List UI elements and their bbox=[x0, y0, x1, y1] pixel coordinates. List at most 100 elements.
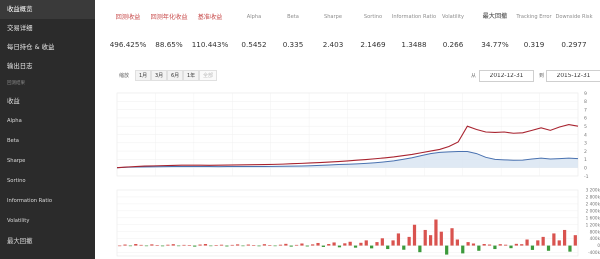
volume-bar bbox=[187, 245, 191, 246]
zoom-3-months-button[interactable]: 3月 bbox=[151, 70, 168, 81]
y-tick-label: -1 bbox=[584, 174, 589, 180]
y-tick-label: 2 bbox=[584, 149, 587, 155]
volume-bar bbox=[257, 245, 261, 247]
volume-bar bbox=[332, 242, 336, 246]
volume-bar bbox=[236, 244, 240, 246]
volume-tick-label: 1 200k bbox=[586, 222, 600, 227]
volume-bar bbox=[155, 245, 159, 246]
volume-bar bbox=[487, 244, 492, 246]
volume-bar bbox=[289, 245, 293, 247]
volume-bar bbox=[118, 245, 122, 247]
zoom-label: 缩放 bbox=[119, 73, 130, 79]
volume-bar bbox=[198, 244, 202, 246]
volume-chart: 3 200k 2 800k2 400k 2 000k 1 600k 1 200k 800k… bbox=[116, 188, 600, 257]
volume-bar bbox=[300, 243, 304, 246]
nav-returns-overview[interactable]: 收益概览 bbox=[0, 0, 95, 19]
volume-bar bbox=[380, 238, 384, 246]
sidebar-section-label: 回测结果 bbox=[7, 81, 25, 86]
volume-bar bbox=[466, 242, 470, 246]
sidebar-item-volatility[interactable]: Volatility bbox=[0, 211, 95, 231]
volume-bar bbox=[182, 244, 186, 246]
sidebar-item-beta[interactable]: Beta bbox=[0, 131, 95, 151]
volume-bar bbox=[536, 240, 540, 246]
zoom-1-year-button[interactable]: 1年 bbox=[183, 70, 200, 81]
volume-bar bbox=[230, 244, 234, 246]
volume-bar bbox=[305, 245, 309, 247]
sidebar-item-max-drawdown[interactable]: 最大回撤 bbox=[0, 231, 95, 251]
volume-tick-label: 3 200k bbox=[586, 188, 600, 193]
volume-bar bbox=[294, 244, 299, 246]
returns-chart: 9 8 7 6 5 4 3 2 1 0 -1 bbox=[116, 91, 589, 180]
volume-bar bbox=[337, 245, 342, 248]
volume-bar bbox=[134, 244, 138, 246]
volume-tick-label: 400k bbox=[590, 236, 600, 241]
sidebar-item-information-ratio[interactable]: Information Ratio bbox=[0, 191, 95, 211]
volume-bar bbox=[391, 240, 395, 246]
y-tick-label: 8 bbox=[584, 99, 587, 105]
volume-bar bbox=[316, 242, 320, 246]
volume-bar bbox=[203, 244, 208, 246]
date-to-label: 到 bbox=[539, 73, 545, 79]
volume-bar bbox=[562, 229, 567, 246]
volume-bar bbox=[311, 244, 315, 246]
volume-bar bbox=[348, 241, 352, 246]
volume-bar bbox=[273, 245, 277, 247]
volume-bar bbox=[455, 239, 459, 246]
volume-bar bbox=[359, 242, 363, 246]
volume-plot-area bbox=[116, 189, 579, 257]
y-tick-label: 5 bbox=[584, 124, 587, 130]
sidebar-item-returns[interactable]: 收益 bbox=[0, 91, 95, 111]
volume-bar bbox=[123, 244, 127, 246]
volume-bar bbox=[568, 245, 572, 252]
volume-bar bbox=[552, 233, 556, 246]
volume-bar bbox=[482, 244, 486, 246]
volume-bar bbox=[150, 244, 154, 246]
volume-bar bbox=[504, 244, 508, 246]
nav-daily-positions[interactable]: 每日持仓 & 收益 bbox=[0, 38, 95, 57]
volume-bar bbox=[439, 231, 443, 246]
volume-bar bbox=[160, 245, 165, 247]
nav-trade-details[interactable]: 交易详细 bbox=[0, 19, 95, 38]
volume-tick-label: 2 800k bbox=[586, 195, 600, 200]
metric-downside-risk: Downside Risk 0.2977 bbox=[555, 14, 593, 49]
y-tick-label: 1 bbox=[584, 157, 587, 163]
nav-output-log[interactable]: 输出日志 bbox=[0, 57, 95, 76]
date-to-input[interactable] bbox=[546, 70, 600, 82]
date-from-label: 从 bbox=[471, 73, 477, 79]
volume-bar bbox=[370, 245, 374, 249]
volume-bar bbox=[418, 245, 422, 253]
date-from-input[interactable] bbox=[479, 70, 534, 82]
volume-bar bbox=[193, 245, 197, 247]
y-tick-label: 4 bbox=[584, 132, 587, 138]
volume-bar bbox=[445, 245, 449, 255]
volume-tick-label: 2 000k bbox=[586, 208, 600, 213]
volume-bar bbox=[268, 245, 272, 246]
volume-tick-label: 2 400k bbox=[586, 201, 600, 206]
metrics-row: 回测收益 496.425% 回测年化收益 88.65% 基准收益 110.443… bbox=[95, 0, 600, 58]
volume-bar bbox=[386, 245, 390, 250]
volume-bar bbox=[139, 244, 143, 246]
volume-bar bbox=[278, 244, 283, 246]
range-selector: 缩放 1月 3月 6月 1年 全部 从 到 bbox=[95, 69, 600, 83]
zoom-all-button[interactable]: 全部 bbox=[199, 70, 218, 81]
volume-bar bbox=[525, 239, 529, 246]
volume-bar bbox=[343, 243, 347, 246]
sidebar-item-alpha[interactable]: Alpha bbox=[0, 111, 95, 131]
y-tick-label: 9 bbox=[584, 91, 587, 97]
volume-bar bbox=[407, 236, 411, 246]
volume-bar bbox=[171, 244, 175, 246]
volume-bar bbox=[364, 240, 368, 246]
y-tick-label: 3 bbox=[584, 141, 587, 147]
sidebar-item-sharpe[interactable]: Sharpe bbox=[0, 151, 95, 171]
sidebar-item-sortino[interactable]: Sortino bbox=[0, 171, 95, 191]
volume-bar bbox=[530, 245, 535, 250]
volume-bar bbox=[541, 236, 545, 246]
volume-bar bbox=[246, 244, 250, 246]
volume-bar bbox=[428, 235, 433, 246]
volume-bar bbox=[471, 243, 476, 246]
volume-bar bbox=[284, 243, 288, 246]
zoom-1-month-button[interactable]: 1月 bbox=[135, 70, 152, 81]
volume-bar bbox=[461, 245, 465, 254]
volume-bar bbox=[450, 228, 454, 246]
zoom-6-months-button[interactable]: 6月 bbox=[167, 70, 184, 81]
